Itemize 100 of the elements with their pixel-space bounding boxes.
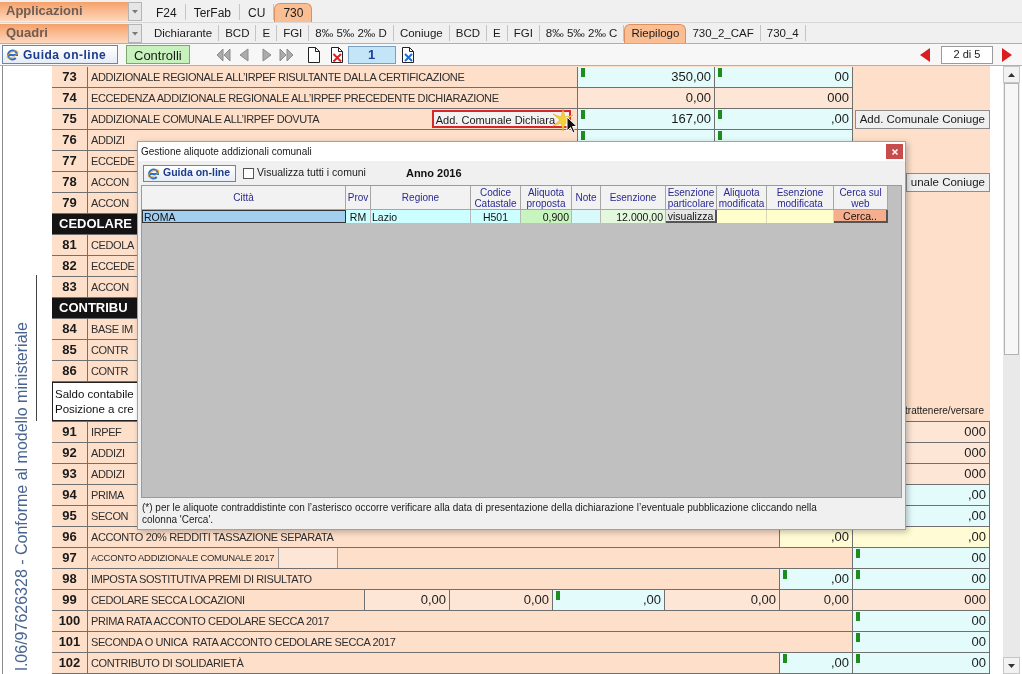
column-header: Città: [142, 186, 346, 210]
input-field[interactable]: [717, 210, 767, 223]
tab[interactable]: BCD: [219, 25, 257, 41]
amount-field[interactable]: 00: [853, 632, 990, 652]
tab[interactable]: FGI: [277, 25, 310, 41]
row-number: 82: [62, 257, 77, 276]
tab[interactable]: F24: [148, 4, 186, 20]
amount-field[interactable]: 167,00: [578, 109, 715, 129]
table-cell: 0,900: [521, 210, 572, 223]
page-field[interactable]: 2 di 5: [941, 45, 993, 64]
scroll-down-button[interactable]: [1003, 657, 1020, 674]
application-dropdown[interactable]: Applicazioni: [0, 1, 142, 21]
row-label: SECONDA O UNICA RATA ACCONTO CEDOLARE SECCA 2017: [91, 634, 396, 650]
checkbox[interactable]: [243, 167, 254, 179]
row-label: ACCON: [91, 174, 129, 190]
tab[interactable]: E: [487, 25, 508, 41]
row-number: 76: [62, 131, 77, 150]
add-button[interactable]: Add. Comunale Coniuge: [854, 110, 990, 129]
tab[interactable]: TerFab: [185, 4, 241, 20]
column-header: Note: [572, 186, 601, 210]
amount-field[interactable]: 00: [715, 67, 853, 87]
amount-field[interactable]: ,00: [553, 590, 665, 610]
caret-icon[interactable]: [128, 1, 142, 21]
help-button[interactable]: Guida on-line: [143, 164, 236, 182]
document-icon[interactable]: [306, 46, 321, 63]
row-label: CONTR: [91, 363, 129, 379]
tab[interactable]: FGI: [507, 25, 540, 41]
last-icon[interactable]: [278, 47, 294, 62]
row-number: 100: [58, 612, 81, 631]
amount-field[interactable]: 00: [853, 653, 990, 673]
check-button[interactable]: Controlli: [126, 45, 190, 64]
amount-field[interactable]: 350,00: [578, 67, 715, 87]
row-label: ADDIZI: [91, 445, 125, 461]
view-button[interactable]: visualizza: [666, 210, 717, 223]
row-label: ACCONTO 20% REDDITI TASSAZIONE SEPARATA: [91, 529, 334, 545]
close-icon: [891, 148, 898, 155]
previous-icon[interactable]: [238, 47, 249, 62]
scroll-thumb[interactable]: [1004, 83, 1019, 355]
next-page-icon[interactable]: [1002, 47, 1012, 62]
browser-icon: [6, 48, 19, 61]
delete-document-icon[interactable]: [329, 46, 344, 63]
tab[interactable]: 8‰ 5‰ 2‰ D: [309, 25, 394, 41]
row-label: ACCON: [91, 279, 129, 295]
previous-page-icon[interactable]: [920, 47, 930, 62]
browser-icon: [147, 166, 160, 180]
balance-label: Posizione a cre: [55, 401, 135, 417]
amount-cell: 000: [715, 88, 853, 108]
amount-field[interactable]: 00: [853, 611, 990, 631]
first-icon[interactable]: [215, 47, 231, 62]
tab[interactable]: Dichiarante: [148, 25, 220, 41]
row-number: 93: [62, 465, 77, 484]
row-label: SECON: [91, 508, 129, 524]
row-number: 78: [62, 173, 77, 192]
input-field[interactable]: [767, 210, 834, 223]
amount-field[interactable]: ,00: [780, 653, 853, 673]
row-label: CONTR: [91, 342, 129, 358]
row-number: 85: [62, 341, 77, 360]
action-button[interactable]: Add. Comunale Dichiara: [431, 110, 571, 128]
row-number: 83: [62, 278, 77, 297]
next-icon[interactable]: [261, 47, 272, 62]
amount-field[interactable]: 00: [853, 548, 990, 568]
search-button[interactable]: Cerca..: [834, 210, 888, 223]
checkbox-label[interactable]: Visualizza tutti i comuni: [257, 165, 366, 181]
scrollbar[interactable]: [1003, 66, 1020, 674]
row-label: PRIMA RATA ACCONTO CEDOLARE SECCA 2017: [91, 613, 329, 629]
arrow-down-icon: [1008, 663, 1015, 668]
tab[interactable]: E: [256, 25, 278, 41]
section-dropdown[interactable]: Quadri: [0, 23, 142, 43]
amount-field[interactable]: ,00: [715, 109, 853, 129]
row-number: 94: [62, 486, 77, 505]
document-x-icon[interactable]: [400, 46, 415, 63]
scroll-up-button[interactable]: [1003, 66, 1020, 83]
tab[interactable]: 730_2_CAF: [686, 25, 761, 41]
table-cell: H501: [471, 210, 521, 223]
help-button[interactable]: Guida on-line: [2, 45, 118, 64]
record-field[interactable]: 1: [347, 45, 396, 64]
tab[interactable]: BCD: [449, 25, 487, 41]
amount-field[interactable]: ,00: [780, 569, 853, 589]
add-button[interactable]: unale Coniuge: [905, 173, 990, 192]
tab[interactable]: Coniuge: [393, 25, 450, 41]
arrow-up-icon: [1008, 72, 1015, 77]
tab[interactable]: 730: [274, 3, 313, 22]
tab[interactable]: 730_4: [760, 25, 806, 41]
row-number: 75: [62, 110, 77, 129]
table-cell: ROMA: [142, 210, 346, 223]
row-label: ECCEDENZA ADDIZIONALE REGIONALE ALL’IRPEF PRECEDENTE DICHIARAZIONE: [91, 90, 499, 106]
tab[interactable]: Riepilogo: [624, 24, 687, 43]
table-cell: Lazio: [371, 210, 471, 223]
row-number: 86: [62, 362, 77, 381]
row-number: 81: [62, 236, 77, 255]
caret-icon[interactable]: [128, 23, 142, 43]
table-cell: [572, 210, 601, 223]
close-button[interactable]: [886, 144, 903, 159]
cursor-icon: [566, 116, 578, 134]
amount-field[interactable]: 00: [853, 569, 990, 589]
input-field[interactable]: [278, 548, 339, 568]
amount-cell: ,00: [853, 527, 990, 547]
section-header: CONTRIBU: [52, 298, 138, 318]
amount-cell: 0,00: [450, 590, 553, 610]
row-number: 79: [62, 194, 77, 213]
